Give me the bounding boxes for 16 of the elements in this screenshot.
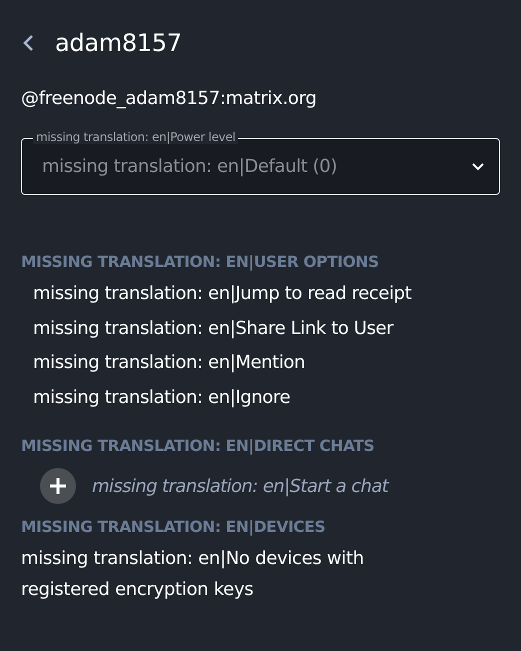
- option-link[interactable]: missing translation: en|Ignore: [33, 380, 500, 415]
- add-icon[interactable]: [40, 468, 76, 504]
- option-link[interactable]: missing translation: en|Jump to read receipt: [33, 277, 500, 312]
- chevron-down-icon: [471, 162, 485, 171]
- back-icon[interactable]: [21, 33, 35, 53]
- user-id: @freenode_adam8157:matrix.org: [21, 88, 318, 109]
- power-level-dropdown[interactable]: missing translation: en|Power level missing translation: en|Default (0): [21, 130, 500, 195]
- start-chat-link[interactable]: missing translation: en|Start a chat: [92, 476, 388, 496]
- field-label: missing translation: en|Power level: [33, 130, 238, 144]
- option-link[interactable]: missing translation: en|Share Link to User: [33, 312, 500, 346]
- devices-message: missing translation: en|No devices with registered encryption keys: [21, 547, 365, 602]
- option-link[interactable]: missing translation: en|Mention: [33, 346, 500, 380]
- user-name: adam8157: [55, 29, 182, 57]
- section-heading: MISSING TRANSLATION: EN|DIRECT CHATS: [21, 437, 376, 455]
- section-heading: MISSING TRANSLATION: EN|DEVICES: [21, 518, 326, 536]
- section-heading: MISSING TRANSLATION: EN|USER OPTIONS: [21, 253, 380, 271]
